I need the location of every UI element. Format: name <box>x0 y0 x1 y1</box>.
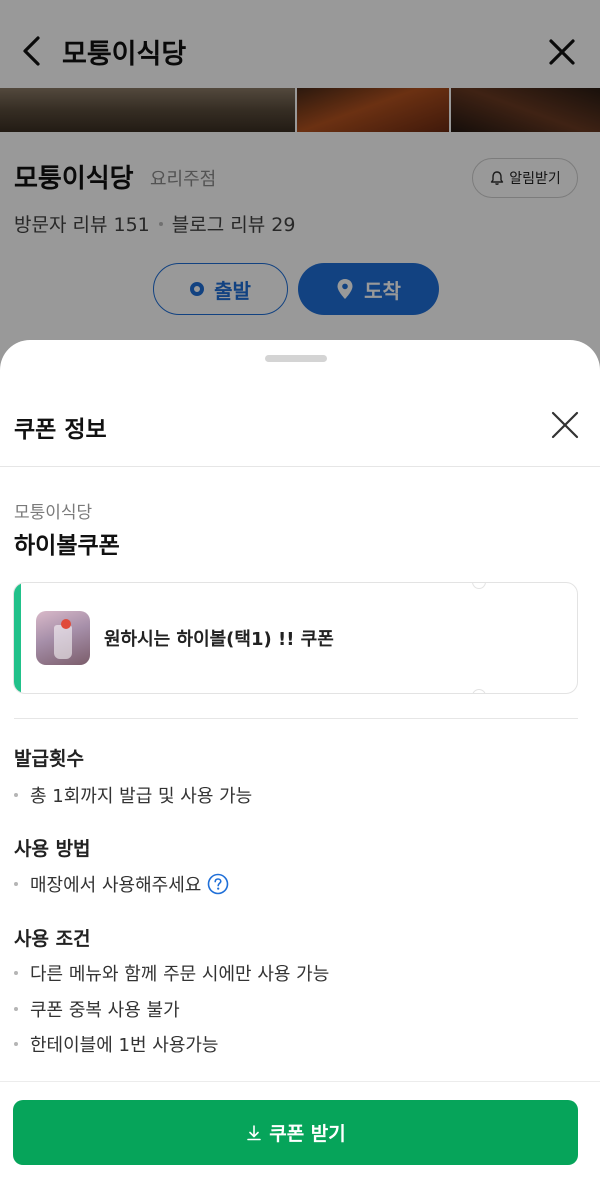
bullet-dot <box>14 971 18 975</box>
list-item: 매장에서 사용해주세요 <box>14 871 229 897</box>
usage-conditions-heading: 사용 조건 <box>14 928 91 950</box>
bullet-dot <box>14 1007 18 1011</box>
ticket-notch <box>472 689 486 693</box>
bullet-dot <box>14 1042 18 1046</box>
list-item: 총 1회까지 발급 및 사용 가능 <box>14 782 252 808</box>
condition-text: 한테이블에 1번 사용가능 <box>30 1035 219 1056</box>
divider <box>0 1081 600 1082</box>
garnish-image <box>61 619 71 629</box>
question-mark-icon[interactable] <box>207 873 229 895</box>
bullet-dot <box>14 793 18 797</box>
coupon-info-sheet: 쿠폰 정보 모퉁이식당 하이볼쿠폰 원하시는 하이볼(택1) !! 쿠폰 발급횟… <box>0 340 600 1186</box>
highball-glass-image <box>54 625 72 659</box>
coupon-description: 원하시는 하이볼(택1) !! 쿠폰 <box>104 629 334 650</box>
list-item: 다른 메뉴와 함께 주문 시에만 사용 가능 <box>14 960 329 986</box>
store-name: 모퉁이식당 <box>14 503 93 523</box>
condition-text: 쿠폰 중복 사용 불가 <box>30 1000 180 1021</box>
close-icon[interactable] <box>550 410 580 440</box>
ticket-notch <box>472 583 486 589</box>
divider <box>14 718 578 719</box>
sheet-title: 쿠폰 정보 <box>14 417 107 443</box>
get-coupon-label: 쿠폰 받기 <box>269 1123 346 1145</box>
coupon-card: 원하시는 하이볼(택1) !! 쿠폰 <box>13 582 578 694</box>
usage-method-text: 매장에서 사용해주세요 <box>30 875 202 896</box>
list-item: 쿠폰 중복 사용 불가 <box>14 996 180 1022</box>
coupon-accent-bar <box>14 583 21 693</box>
bullet-dot <box>14 882 18 886</box>
divider <box>0 466 600 467</box>
issue-count-heading: 발급횟수 <box>14 748 84 770</box>
usage-method-heading: 사용 방법 <box>14 838 91 860</box>
list-item: 한테이블에 1번 사용가능 <box>14 1031 219 1057</box>
download-icon <box>247 1124 262 1140</box>
issue-count-text: 총 1회까지 발급 및 사용 가능 <box>30 786 253 807</box>
drag-handle[interactable] <box>265 355 327 362</box>
condition-text: 다른 메뉴와 함께 주문 시에만 사용 가능 <box>30 964 330 985</box>
coupon-thumbnail <box>36 611 90 665</box>
get-coupon-button[interactable]: 쿠폰 받기 <box>13 1100 578 1165</box>
coupon-name: 하이볼쿠폰 <box>14 533 120 559</box>
